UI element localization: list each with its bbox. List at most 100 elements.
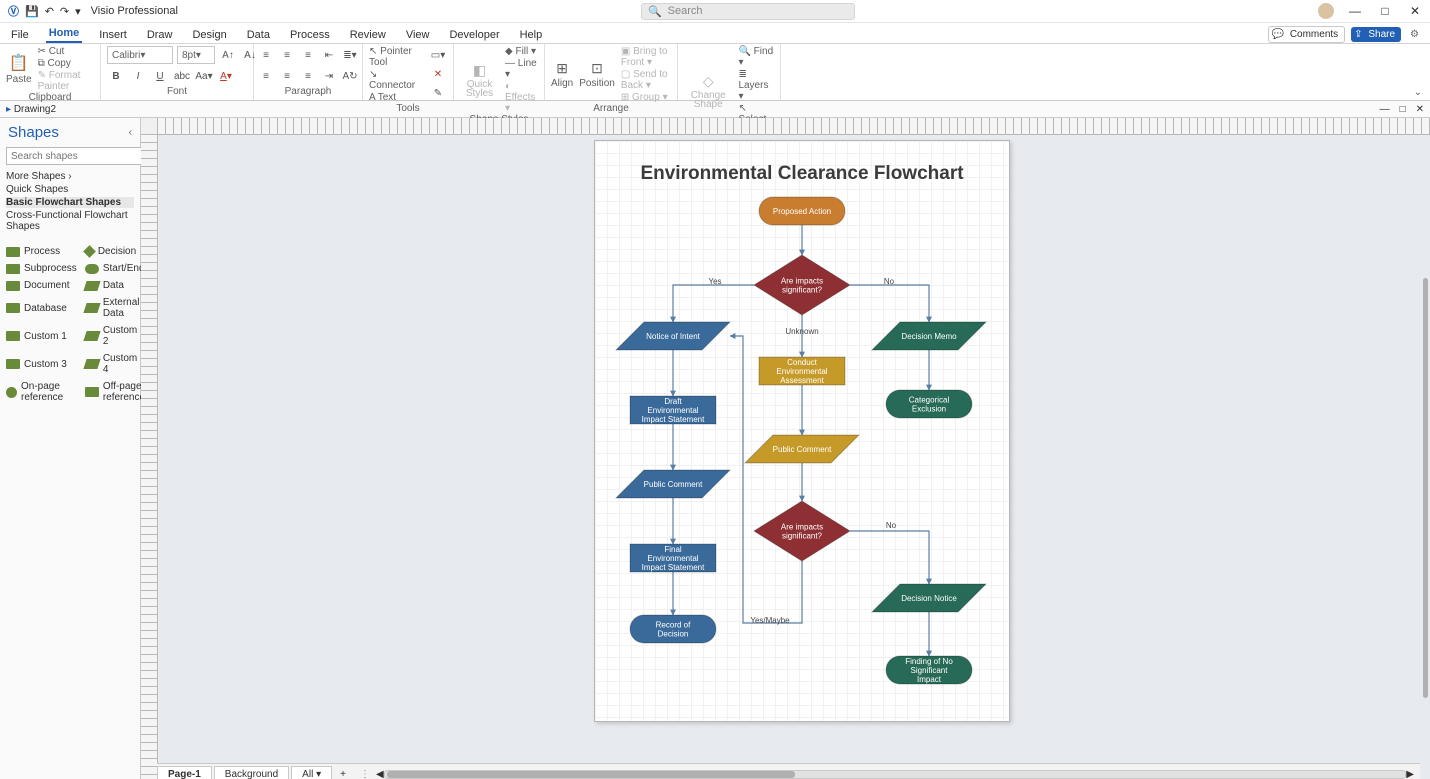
search-box[interactable]: 🔍 Search — [641, 3, 855, 20]
more-shapes-link[interactable]: More Shapes › — [6, 171, 134, 182]
subwin-minimize[interactable]: — — [1380, 104, 1390, 115]
bullets-icon[interactable]: ≣▾ — [341, 46, 359, 64]
connector-tool-button[interactable]: ↘ Connector — [369, 69, 423, 91]
strike-button[interactable]: abc — [173, 67, 191, 85]
shape-custom1[interactable]: Custom 1 — [6, 325, 77, 347]
align-tr-icon[interactable]: ≡ — [299, 46, 317, 64]
font-size-select[interactable]: 8pt ▾ — [177, 46, 215, 64]
shape-database[interactable]: Database — [6, 297, 77, 319]
copy-button[interactable]: ⧉ Copy — [38, 58, 94, 69]
vertical-scrollbar[interactable] — [1423, 278, 1428, 698]
subwin-maximize[interactable]: □ — [1400, 104, 1406, 115]
hscroll-right-icon[interactable]: ▶ — [1406, 769, 1414, 779]
shape-data[interactable]: Data — [85, 280, 145, 291]
position-icon[interactable]: ⊡ — [591, 60, 603, 77]
text-tool-button[interactable]: A Text — [369, 92, 423, 103]
align-tc-icon[interactable]: ≡ — [278, 46, 296, 64]
shapes-search-input[interactable] — [6, 147, 148, 165]
align-icon[interactable]: ⊞ — [556, 60, 568, 77]
tab-insert[interactable]: Insert — [96, 27, 130, 43]
shapes-pane-collapse-icon[interactable]: ‹ — [129, 127, 132, 138]
tab-page-1[interactable]: Page-1 — [157, 766, 212, 779]
fill-button[interactable]: ◆ Fill ▾ — [505, 46, 538, 57]
tab-developer[interactable]: Developer — [446, 27, 502, 43]
bring-front-button[interactable]: ▣ Bring to Front ▾ — [621, 46, 671, 68]
tab-help[interactable]: Help — [517, 27, 546, 43]
paste-button[interactable]: Paste — [6, 74, 32, 85]
find-button[interactable]: 🔍 Find ▾ — [738, 46, 774, 68]
pointer-tool-button[interactable]: ↖ Pointer Tool — [369, 46, 423, 68]
font-family-select[interactable]: Calibri ▾ — [107, 46, 173, 64]
rotate-text-icon[interactable]: A↻ — [341, 67, 359, 85]
window-maximize[interactable]: □ — [1370, 4, 1400, 18]
tab-draw[interactable]: Draw — [144, 27, 176, 43]
tab-view[interactable]: View — [403, 27, 433, 43]
cut-button[interactable]: ✂ Cut — [38, 46, 94, 57]
shape-onpage-ref[interactable]: On-page reference — [6, 381, 77, 403]
tab-review[interactable]: Review — [347, 27, 389, 43]
align-bc-icon[interactable]: ≡ — [278, 67, 296, 85]
window-minimize[interactable]: — — [1340, 4, 1370, 18]
tab-data[interactable]: Data — [244, 27, 273, 43]
align-br-icon[interactable]: ≡ — [299, 67, 317, 85]
tab-design[interactable]: Design — [189, 27, 229, 43]
align-tl-icon[interactable]: ≡ — [257, 46, 275, 64]
shape-custom4[interactable]: Custom 4 — [85, 353, 145, 375]
send-back-button[interactable]: ▢ Send to Back ▾ — [621, 69, 671, 91]
horizontal-scrollbar[interactable] — [384, 770, 1407, 779]
tab-process[interactable]: Process — [287, 27, 333, 43]
italic-button[interactable]: I — [129, 67, 147, 85]
ribbon-options-icon[interactable]: ⚙ — [1407, 27, 1422, 42]
tab-file[interactable]: File — [8, 27, 32, 43]
delete-tool-icon[interactable]: ✕ — [429, 66, 447, 84]
shape-external-data[interactable]: External Data — [85, 297, 145, 319]
freeform-tool-icon[interactable]: ✎ — [429, 85, 447, 103]
ribbon-collapse-icon[interactable]: ⌄ — [1414, 87, 1422, 98]
layers-button[interactable]: ≣ Layers ▾ — [738, 69, 774, 102]
shape-custom2[interactable]: Custom 2 — [85, 325, 145, 347]
comments-button[interactable]: 💬 Comments — [1268, 26, 1346, 43]
shape-document[interactable]: Document — [6, 280, 77, 291]
position-button[interactable]: Position — [579, 78, 615, 89]
add-page-button[interactable]: + — [334, 769, 352, 779]
avatar[interactable] — [1318, 3, 1334, 19]
qat-more-icon[interactable]: ▾ — [75, 5, 81, 18]
case-button[interactable]: Aa▾ — [195, 67, 213, 85]
quick-styles-button[interactable]: Quick Styles — [460, 80, 499, 98]
cat-cross-functional[interactable]: Cross-Functional Flowchart Shapes — [6, 210, 134, 232]
bold-button[interactable]: B — [107, 67, 125, 85]
quick-styles-icon[interactable]: ◧ — [473, 62, 486, 79]
rect-tool-icon[interactable]: ▭▾ — [429, 47, 447, 65]
shape-process[interactable]: Process — [6, 246, 77, 257]
share-button[interactable]: ⇪ Share — [1351, 27, 1401, 42]
align-bl-icon[interactable]: ≡ — [257, 67, 275, 85]
underline-button[interactable]: U — [151, 67, 169, 85]
window-close[interactable]: ✕ — [1400, 4, 1430, 18]
shape-start-end[interactable]: Start/End — [85, 263, 145, 274]
paste-icon[interactable]: 📋 — [9, 53, 29, 73]
change-shape-button[interactable]: Change Shape — [684, 91, 732, 109]
change-shape-icon[interactable]: ◇ — [703, 73, 714, 90]
shape-custom3[interactable]: Custom 3 — [6, 353, 77, 375]
subwin-close[interactable]: ✕ — [1416, 104, 1424, 115]
indent-dec-icon[interactable]: ⇤ — [320, 46, 338, 64]
shape-offpage-ref[interactable]: Off-page reference — [85, 381, 145, 403]
shape-subprocess[interactable]: Subprocess — [6, 263, 77, 274]
drawing-page[interactable]: Environmental Clearance Flowchart Yes/Ma… — [594, 140, 1010, 722]
cat-basic-flowchart[interactable]: Basic Flowchart Shapes — [6, 197, 134, 208]
cat-quick-shapes[interactable]: Quick Shapes — [6, 184, 134, 195]
shape-decision[interactable]: Decision — [85, 246, 145, 257]
tab-home[interactable]: Home — [46, 25, 83, 43]
save-icon[interactable]: 💾 — [25, 5, 39, 18]
tab-all[interactable]: All ▾ — [291, 766, 332, 779]
grow-font-icon[interactable]: A↑ — [219, 46, 237, 64]
line-button[interactable]: — Line ▾ — [505, 58, 538, 80]
tab-background[interactable]: Background — [214, 766, 289, 779]
font-color-button[interactable]: A▾ — [217, 67, 235, 85]
indent-inc-icon[interactable]: ⇥ — [320, 67, 338, 85]
hscroll-left-icon[interactable]: ◀ — [376, 769, 384, 779]
align-button[interactable]: Align — [551, 78, 573, 89]
undo-icon[interactable]: ↶ — [45, 5, 54, 18]
effects-button[interactable]: ◐ Effects ▾ — [505, 81, 538, 114]
redo-icon[interactable]: ↷ — [60, 5, 69, 18]
